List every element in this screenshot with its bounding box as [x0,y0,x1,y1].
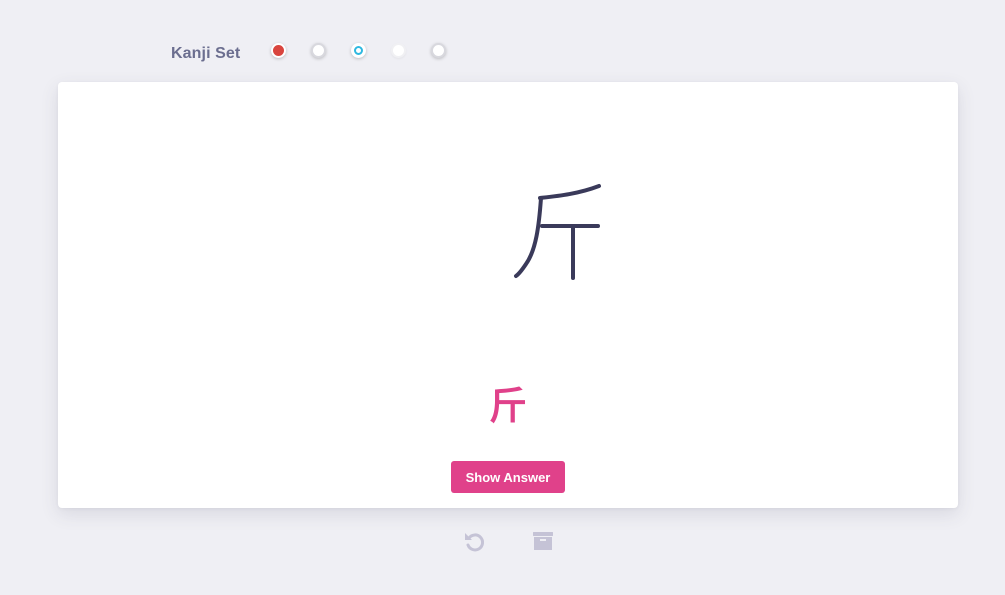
color-dot-blue[interactable] [351,43,366,58]
flashcard: 斤 Show Answer [58,82,958,508]
show-answer-button[interactable]: Show Answer [451,461,565,493]
brush-stroke-1 [538,184,601,200]
set-title: Kanji Set [171,45,241,62]
drawing-canvas[interactable] [468,178,608,290]
archive-icon [533,532,553,550]
brush-stroke-2 [514,196,543,278]
top-bar: Kanji Set [0,0,1005,82]
undo-icon [465,533,484,552]
color-dot-white[interactable] [311,43,326,58]
color-dot-faint[interactable] [391,43,406,58]
answer-kanji: 斤 [488,386,527,428]
color-dot-red[interactable] [271,43,286,58]
undo-button[interactable] [459,526,489,556]
archive-button[interactable] [528,526,558,556]
bottom-toolbar [0,526,1005,560]
color-dot-white-2[interactable] [431,43,446,58]
